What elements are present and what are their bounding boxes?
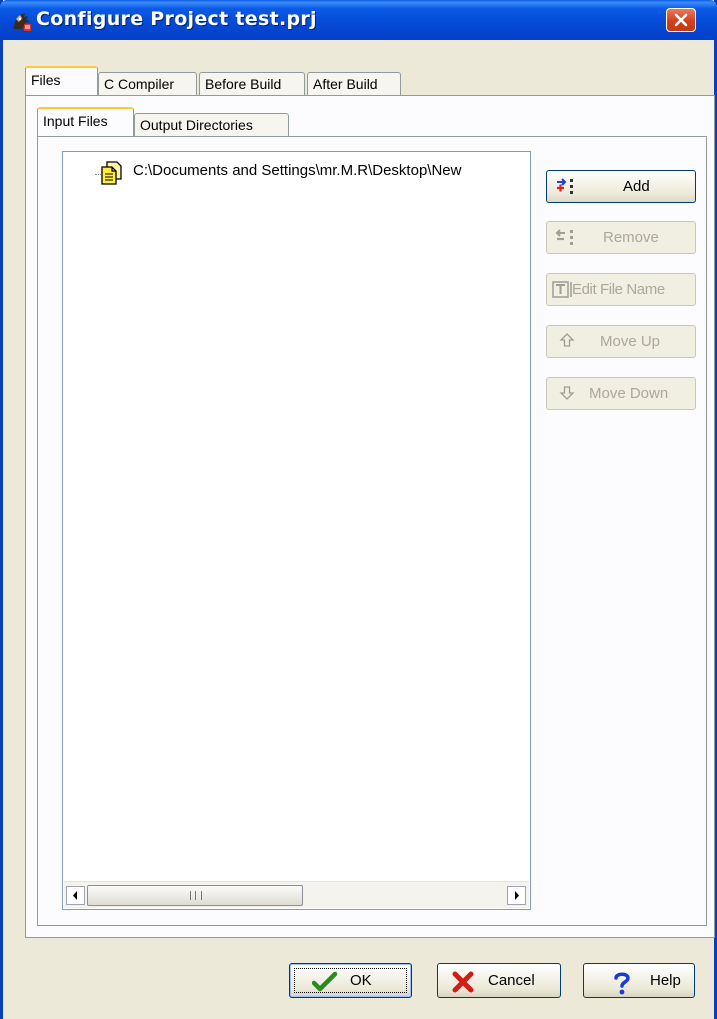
tab-label: After Build [313, 76, 378, 92]
add-list-icon [555, 177, 577, 197]
tab-label: Input Files [43, 113, 108, 129]
close-button[interactable] [666, 8, 696, 32]
remove-button[interactable]: Remove [546, 221, 696, 254]
arrow-down-icon [559, 384, 581, 404]
arrow-left-icon [73, 891, 77, 900]
arrow-up-icon [559, 332, 581, 352]
move-up-button[interactable]: Move Up [546, 325, 696, 358]
tab-input-files[interactable]: Input Files [37, 107, 134, 136]
file-tree[interactable]: C:\Documents and Settings\mr.M.R\Desktop… [62, 151, 531, 910]
button-label: Move Down [589, 385, 669, 402]
tab-files[interactable]: Files [25, 66, 98, 95]
help-button[interactable]: Help [583, 963, 695, 998]
scroll-grip [190, 891, 202, 900]
button-label: OK [350, 972, 372, 989]
edit-file-name-button[interactable]: Edit File Name [546, 273, 696, 306]
button-label: Remove [603, 229, 659, 246]
checkmark-icon [311, 971, 338, 993]
text-edit-icon [552, 280, 574, 300]
cancel-button[interactable]: Cancel [437, 963, 561, 998]
arrow-right-icon [515, 891, 519, 900]
gnu-gcc-icon [10, 9, 34, 33]
button-label: Move Up [600, 333, 661, 350]
tab-label: Output Directories [140, 117, 253, 133]
add-button[interactable]: Add [546, 170, 696, 203]
file-path-label: C:\Documents and Settings\mr.M.R\Desktop… [133, 162, 462, 179]
button-label: Add [623, 178, 650, 195]
scroll-left-button[interactable] [66, 886, 85, 905]
tab-label: C Compiler [104, 76, 175, 92]
scroll-thumb[interactable] [87, 885, 303, 906]
x-icon [452, 971, 476, 993]
button-label: Edit File Name [572, 281, 665, 298]
tab-before-build[interactable]: Before Build [199, 72, 305, 96]
tab-output-directories[interactable]: Output Directories [134, 113, 289, 137]
tab-label: Before Build [205, 76, 282, 92]
button-label: Help [650, 972, 681, 989]
horizontal-scrollbar[interactable] [64, 881, 529, 908]
question-icon [612, 971, 636, 995]
move-down-button[interactable]: Move Down [546, 377, 696, 410]
configure-project-dialog: Configure Project test.prj Files C Compi… [0, 0, 717, 1019]
tab-c-compiler[interactable]: C Compiler [98, 72, 197, 96]
tab-label: Files [31, 72, 61, 88]
button-label: Cancel [488, 972, 535, 989]
tab-after-build[interactable]: After Build [307, 72, 401, 96]
scroll-right-button[interactable] [507, 886, 526, 905]
title-bar[interactable]: Configure Project test.prj [0, 0, 717, 40]
window-title: Configure Project test.prj [36, 8, 317, 30]
ok-button[interactable]: OK [289, 963, 412, 998]
file-icon [101, 161, 123, 185]
close-icon [674, 13, 688, 27]
remove-list-icon [555, 228, 577, 248]
